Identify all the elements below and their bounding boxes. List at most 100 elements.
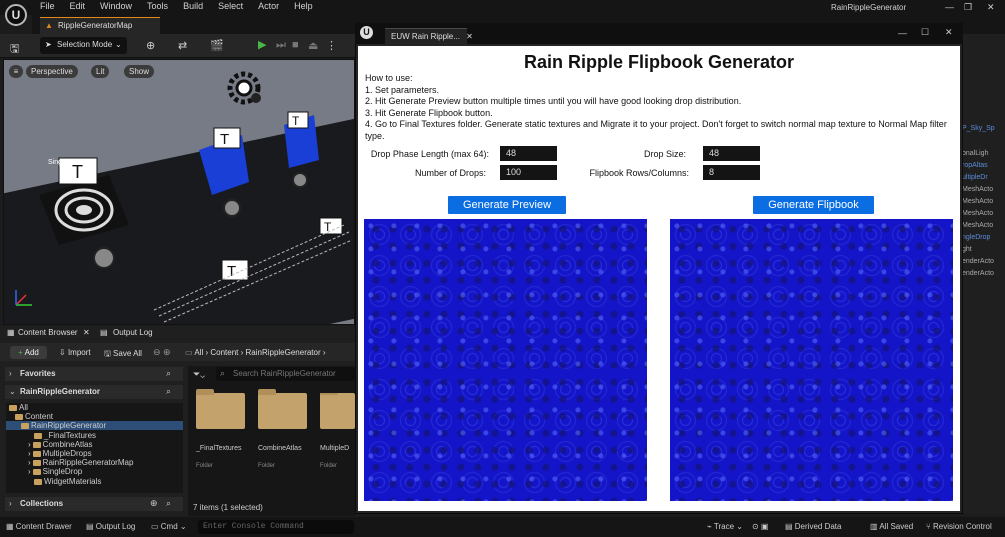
more-options-icon[interactable]: ⋮ <box>326 39 337 52</box>
unreal-logo-icon[interactable]: U <box>5 4 27 26</box>
tree-item-multiple-drops[interactable]: › MultipleDrops <box>28 449 92 458</box>
breadcrumb-all[interactable]: All <box>194 348 203 357</box>
minimize-icon[interactable]: — <box>945 2 954 12</box>
drop-size-input[interactable]: 48 <box>703 146 760 161</box>
instruction-step: 3. Hit Generate Flipbook button. <box>365 107 493 118</box>
level-viewport[interactable]: ≡ Perspective Lit Show T Single D T T T … <box>3 59 355 325</box>
tab-output-log[interactable]: Output Log <box>113 328 153 337</box>
history-back-icon[interactable]: ⊖ ⊕ <box>153 347 171 358</box>
tree-item-combine-atlas[interactable]: › CombineAtlas <box>28 440 92 449</box>
asset-folder[interactable]: MultipleD Folder <box>320 393 355 469</box>
drop-phase-input[interactable]: 48 <box>500 146 557 161</box>
tree-item-rain-ripple-generator[interactable]: RainRippleGenerator <box>6 421 183 430</box>
cmd-dropdown[interactable]: ▭ Cmd ⌄ <box>151 522 187 531</box>
folder-icon <box>34 478 42 485</box>
menu-edit[interactable]: Edit <box>70 1 86 11</box>
stop-icon[interactable]: ■ <box>292 39 299 51</box>
save-icon[interactable]: 🖫 <box>10 40 19 59</box>
outliner-item[interactable]: ght <box>962 246 972 253</box>
tab-close-icon[interactable]: ✕ <box>83 328 90 337</box>
folder-icon: ▭ <box>185 348 193 357</box>
search-icon[interactable]: ⌕ <box>166 368 171 379</box>
close-icon[interactable]: ✕ <box>466 32 473 41</box>
unreal-logo-icon: U <box>360 26 373 39</box>
cinematics-icon[interactable]: 🎬 <box>210 39 224 52</box>
step-icon[interactable]: ⏭ <box>276 39 286 52</box>
eject-icon[interactable]: ⏏ <box>308 39 318 52</box>
item-count: 7 items (1 selected) <box>193 503 263 512</box>
menu-actor[interactable]: Actor <box>258 1 279 11</box>
generate-preview-button[interactable]: Generate Preview <box>448 196 566 214</box>
tree-item-content[interactable]: Content <box>15 412 53 421</box>
output-log-tab-icon: ▤ <box>100 328 108 337</box>
selection-mode-dropdown[interactable]: ➤ Selection Mode ⌄ <box>40 37 127 54</box>
output-log-button[interactable]: ▤ Output Log <box>86 522 135 531</box>
camera-icon[interactable]: ⊙ ▣ <box>752 522 768 531</box>
favorites-section[interactable]: Favorites <box>5 367 183 381</box>
close-icon[interactable]: ✕ <box>945 27 953 38</box>
all-saved-button[interactable]: ▥ All Saved <box>870 522 913 531</box>
tree-item-all[interactable]: All <box>9 403 28 412</box>
output-log-label: Output Log <box>95 522 136 531</box>
outliner-item[interactable]: enderActo <box>962 258 994 265</box>
derived-data-button[interactable]: ▤ Derived Data <box>785 522 841 531</box>
asset-folder[interactable]: CombineAtlas Folder <box>258 389 307 469</box>
breadcrumb-rain-ripple-generator[interactable]: RainRippleGenerator <box>245 348 320 357</box>
filter-icon[interactable]: ⏷⌄ <box>193 369 205 380</box>
outliner-item[interactable]: ultipleDr <box>962 174 988 181</box>
outliner-item[interactable]: ngleDrop <box>962 234 990 241</box>
folder-icon <box>32 450 41 457</box>
revision-control-button[interactable]: ⑂ Revision Control <box>926 522 992 531</box>
outliner-item[interactable]: ropAltas <box>962 162 988 169</box>
outliner-item[interactable]: MeshActo <box>962 186 993 193</box>
tree-item-single-drop[interactable]: › SingleDrop <box>28 467 82 476</box>
menu-help[interactable]: Help <box>294 1 313 11</box>
rows-columns-input[interactable]: 8 <box>703 165 760 180</box>
console-input[interactable]: Enter Console Command <box>198 520 354 534</box>
search-icon[interactable]: ⌕ <box>166 386 171 397</box>
generate-flipbook-button[interactable]: Generate Flipbook <box>753 196 874 214</box>
search-icon[interactable]: ⌕ <box>166 498 171 509</box>
num-drops-input[interactable]: 100 <box>500 165 557 180</box>
tree-item-final-textures[interactable]: _FinalTextures <box>34 431 96 440</box>
trace-button[interactable]: ⌁ Trace ⌄ <box>707 522 743 531</box>
instructions: How to use: 1. Set parameters. 2. Hit Ge… <box>365 73 960 142</box>
tree-item-label: RainRippleGeneratorMap <box>42 458 134 467</box>
outliner-item[interactable]: enderActo <box>962 270 994 277</box>
menu-file[interactable]: File <box>40 1 55 11</box>
outliner-item[interactable]: MeshActo <box>962 222 993 229</box>
menu-select[interactable]: Select <box>218 1 243 11</box>
menu-tools[interactable]: Tools <box>147 1 168 11</box>
asset-folder[interactable]: _FinalTextures Folder <box>196 389 245 469</box>
cmd-label: Cmd <box>160 522 178 531</box>
import-button[interactable]: ⇩ Import <box>59 348 91 357</box>
add-actor-icon[interactable]: ⊕ <box>146 39 155 52</box>
tree-item-widget-materials[interactable]: WidgetMaterials <box>34 477 101 486</box>
add-collection-icon[interactable]: ⊕ <box>150 498 158 509</box>
tab-content-browser[interactable]: Content Browser <box>18 328 78 337</box>
blueprint-icon[interactable]: ⇄ <box>178 39 187 52</box>
folder-icon <box>21 422 29 429</box>
import-label: Import <box>67 348 91 357</box>
add-button[interactable]: + Add <box>10 346 47 359</box>
tab-ripple-generator-map[interactable]: ▲ RippleGeneratorMap <box>40 17 160 34</box>
outliner-item[interactable]: MeshActo <box>962 198 993 205</box>
restore-icon[interactable]: ❐ <box>964 2 972 13</box>
outliner-item[interactable]: P_Sky_Sp <box>962 125 995 132</box>
maximize-icon[interactable]: ☐ <box>921 27 929 38</box>
content-drawer-button[interactable]: ▦ Content Drawer <box>6 522 72 531</box>
save-all-button[interactable]: 🖫 Save All <box>104 348 142 362</box>
content-drawer-label: Content Drawer <box>15 522 72 531</box>
play-icon[interactable]: ▶ <box>258 38 266 51</box>
close-icon[interactable]: ✕ <box>987 2 995 13</box>
breadcrumb-content[interactable]: Content <box>210 348 238 357</box>
tree-item-map-folder[interactable]: › RainRippleGeneratorMap <box>28 458 133 467</box>
asset-search-input[interactable]: Search RainRippleGenerator <box>216 367 355 381</box>
rain-ripple-section[interactable]: RainRippleGenerator <box>5 385 183 399</box>
menu-window[interactable]: Window <box>100 1 132 11</box>
outliner-item[interactable]: MeshActo <box>962 210 993 217</box>
tab-euw-rain-ripple[interactable]: EUW Rain Ripple... ✕ <box>385 28 473 44</box>
outliner-item[interactable]: onalLigh <box>962 150 988 157</box>
menu-build[interactable]: Build <box>183 1 203 11</box>
minimize-icon[interactable]: — <box>898 28 907 38</box>
